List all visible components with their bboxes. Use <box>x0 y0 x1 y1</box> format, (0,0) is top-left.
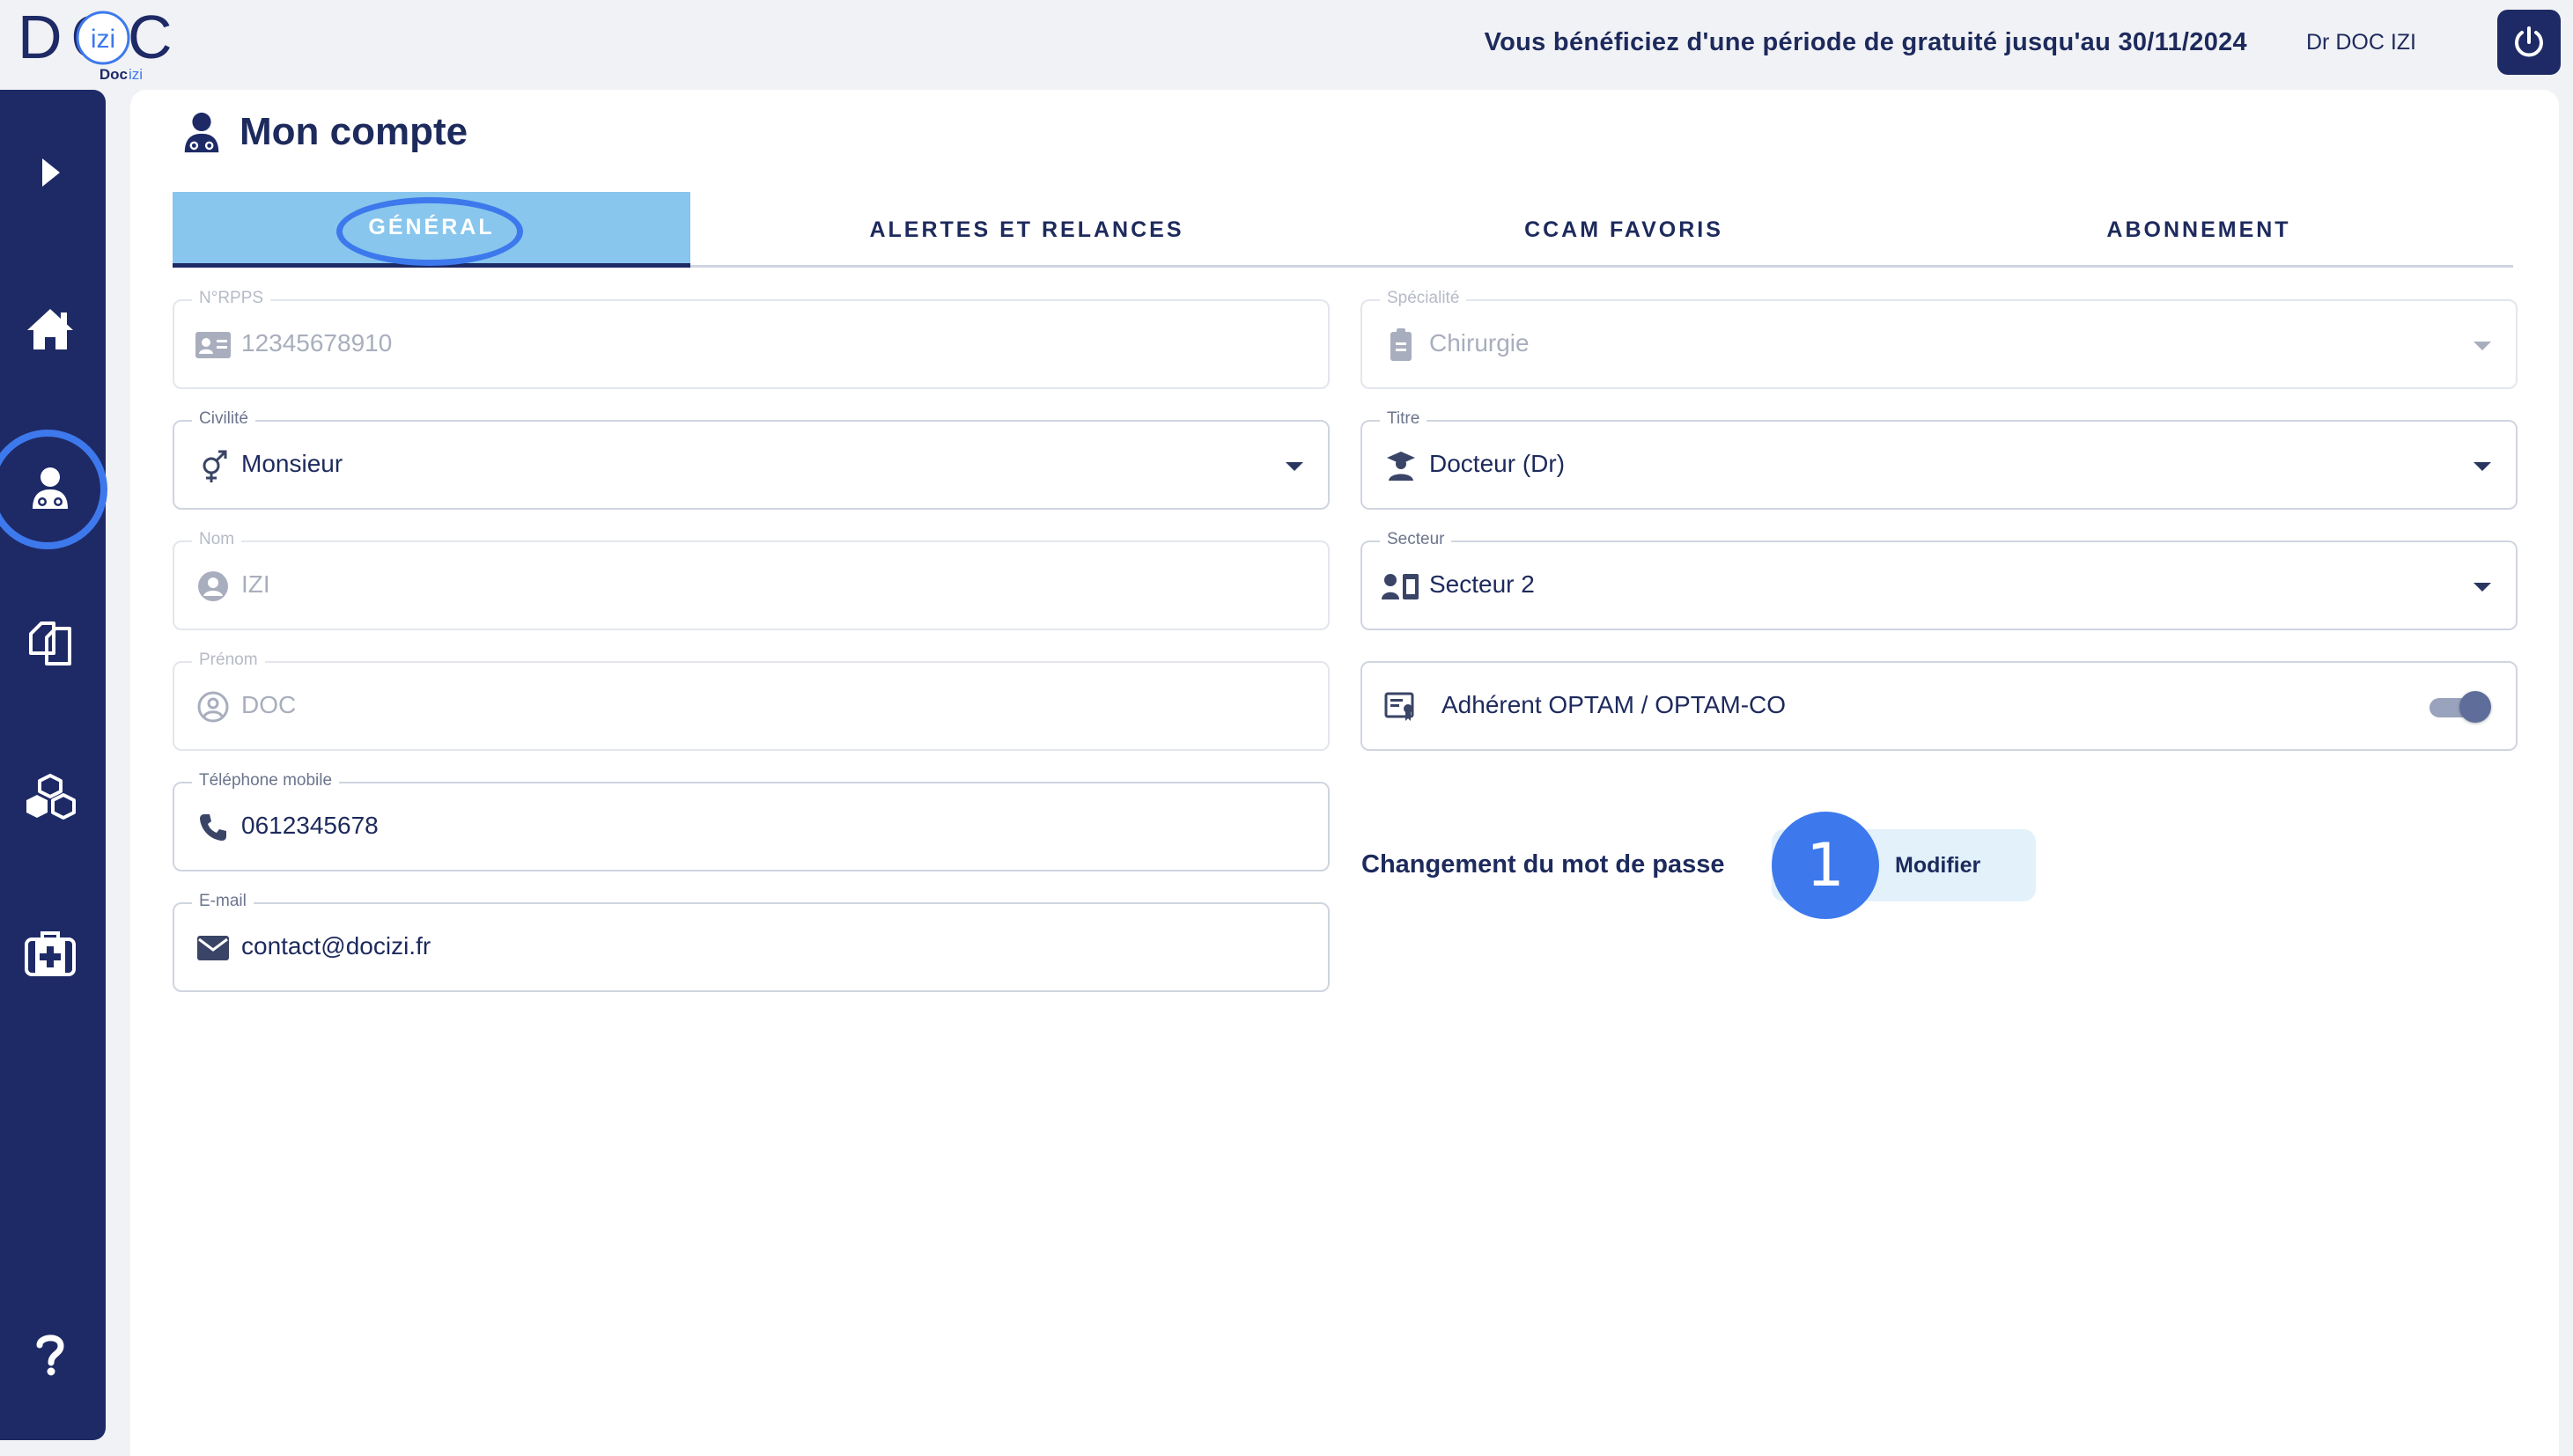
tab-label: ABONNEMENT <box>2106 217 2291 242</box>
svg-text:Doc: Doc <box>100 66 128 81</box>
optam-label: Adhérent OPTAM / OPTAM-CO <box>1441 691 1787 718</box>
tab-ccam-favorites[interactable]: CCAM FAVORIS <box>1363 192 1884 268</box>
user-panel-icon <box>1382 567 1420 606</box>
tab-label: CCAM FAVORIS <box>1524 217 1723 242</box>
envelope-icon <box>194 929 232 967</box>
home-icon <box>27 309 73 349</box>
certificate-icon <box>1382 688 1420 726</box>
chevron-down-icon <box>1286 462 1303 471</box>
chevron-down-icon <box>2473 583 2491 592</box>
toggle-knob <box>2459 691 2491 723</box>
field-label: E-mail <box>192 892 254 911</box>
last-name-field[interactable]: Nom IZI <box>173 530 1330 630</box>
rpps-field[interactable]: N°RPPS 12345678910 <box>173 289 1330 389</box>
tab-label: GÉNÉRAL <box>368 215 495 239</box>
sidebar-item-account[interactable] <box>0 444 100 532</box>
phone-icon <box>194 808 232 847</box>
last-name-value: IZI <box>241 570 270 598</box>
sidebar-item-medical[interactable] <box>0 908 100 996</box>
title-value: Docteur (Dr) <box>1429 450 1566 477</box>
page-title: Mon compte <box>240 110 468 153</box>
tab-bar: GÉNÉRAL ALERTES ET RELANCES CCAM FAVORIS… <box>173 192 2513 268</box>
password-change-label: Changement du mot de passe <box>1361 850 1725 879</box>
page-header: Mon compte <box>180 109 468 155</box>
id-card-icon <box>194 326 232 364</box>
free-period-banner: Vous bénéficiez d'une période de gratuit… <box>1484 28 2247 56</box>
modify-button-label: Modifier <box>1895 853 1981 878</box>
app-root: DOC izi Doc izi Vous bénéficiez d'une pé… <box>0 0 2573 1456</box>
field-label: Prénom <box>192 651 265 670</box>
mobile-phone-field[interactable]: Téléphone mobile 0612345678 <box>173 771 1330 871</box>
specialty-value: Chirurgie <box>1429 329 1530 357</box>
documents-icon <box>29 621 71 665</box>
top-bar: DOC izi Doc izi Vous bénéficiez d'une pé… <box>0 0 2573 88</box>
chevron-down-icon <box>2473 462 2491 471</box>
svg-text:izi: izi <box>91 25 115 54</box>
rpps-value: 12345678910 <box>241 329 393 357</box>
field-label: N°RPPS <box>192 289 271 308</box>
power-icon <box>2515 26 2543 57</box>
tab-subscription[interactable]: ABONNEMENT <box>1884 192 2513 268</box>
svg-text:izi: izi <box>129 66 143 81</box>
step-number-badge: 1 <box>1772 812 1879 919</box>
boxes-icon <box>26 774 76 820</box>
field-label: Téléphone mobile <box>192 771 340 791</box>
sidebar-toggle-button[interactable] <box>0 129 100 217</box>
sector-value: Secteur 2 <box>1429 570 1535 598</box>
logout-button[interactable] <box>2497 10 2561 75</box>
sidebar-item-home[interactable] <box>0 285 100 373</box>
sidebar-item-help[interactable] <box>0 1310 100 1398</box>
field-label: Spécialité <box>1380 289 1467 308</box>
tab-alerts[interactable]: ALERTES ET RELANCES <box>690 192 1363 268</box>
clipboard-badge-icon <box>1382 326 1420 364</box>
field-label: Civilité <box>192 409 255 429</box>
doctor-account-icon <box>184 112 219 153</box>
gender-icon <box>194 446 232 485</box>
optam-field: Adhérent OPTAM / OPTAM-CO <box>1360 661 2518 751</box>
field-label: Titre <box>1380 409 1427 429</box>
tab-label: ALERTES ET RELANCES <box>869 217 1184 242</box>
docizi-logo[interactable]: DOC izi Doc izi <box>18 3 185 83</box>
medical-kit-icon <box>25 931 76 976</box>
password-change-row: Changement du mot de passe Modifier 1 <box>1361 808 2154 923</box>
doctor-account-icon <box>33 467 68 509</box>
chevron-down-icon <box>2473 342 2491 350</box>
field-label: Nom <box>192 530 242 549</box>
user-circle-icon <box>194 567 232 606</box>
specialty-select[interactable]: Spécialité Chirurgie <box>1360 289 2518 389</box>
graduation-user-icon <box>1382 446 1420 485</box>
expand-arrow-icon <box>42 158 60 187</box>
email-field[interactable]: E-mail contact@docizi.fr <box>173 892 1330 992</box>
main-panel: Mon compte GÉNÉRAL ALERTES ET RELANCES C… <box>130 90 2559 1456</box>
sidebar-item-documents[interactable] <box>0 597 100 685</box>
title-select[interactable]: Titre Docteur (Dr) <box>1360 409 2518 510</box>
field-label: Secteur <box>1380 530 1452 549</box>
sidebar-item-stock[interactable] <box>0 752 100 840</box>
first-name-value: DOC <box>241 691 297 718</box>
civility-select[interactable]: Civilité Monsieur <box>173 409 1330 510</box>
help-icon <box>36 1335 64 1376</box>
tab-general[interactable]: GÉNÉRAL <box>173 192 690 268</box>
mobile-phone-value: 0612345678 <box>241 812 379 839</box>
civility-value: Monsieur <box>241 450 343 477</box>
sidebar <box>0 90 107 1440</box>
first-name-field[interactable]: Prénom DOC <box>173 651 1330 751</box>
user-circle-outline-icon <box>194 688 232 726</box>
user-name: Dr DOC IZI <box>2306 30 2416 55</box>
email-value: contact@docizi.fr <box>241 932 431 960</box>
sector-select[interactable]: Secteur Secteur 2 <box>1360 530 2518 630</box>
optam-toggle[interactable] <box>2429 689 2491 724</box>
